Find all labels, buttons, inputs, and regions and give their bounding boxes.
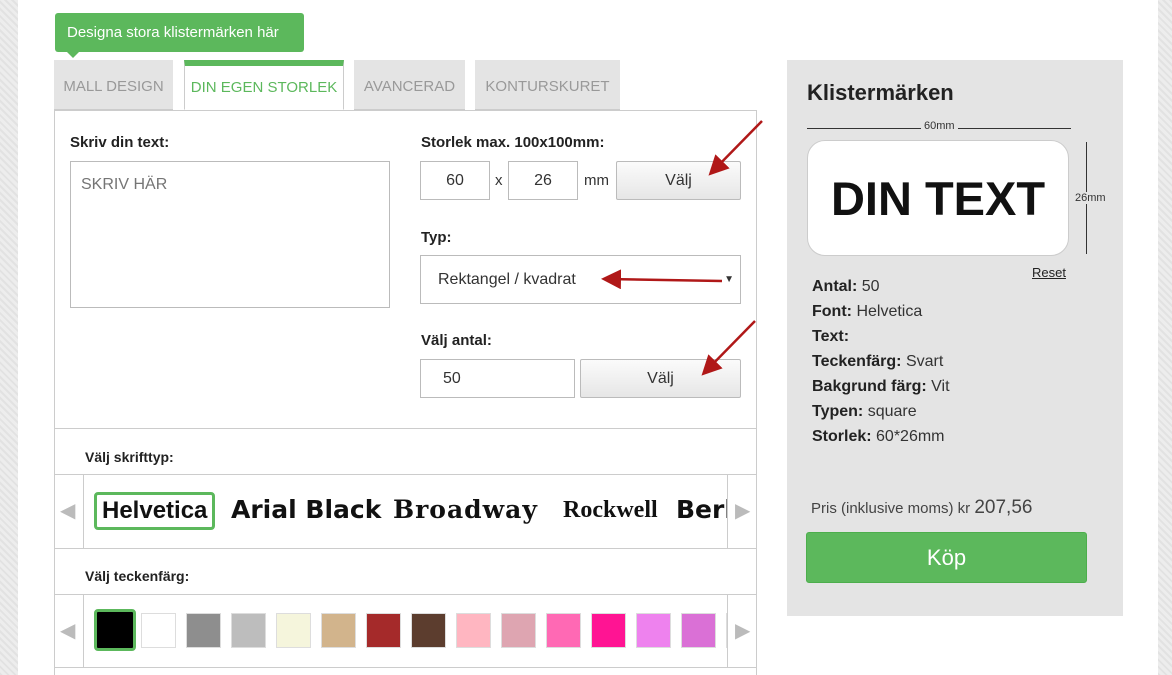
tab-din-egen-storlek[interactable]: DIN EGEN STORLEK bbox=[184, 60, 344, 110]
annotation-arrow bbox=[701, 320, 756, 376]
annotation-arrow bbox=[708, 120, 763, 176]
annotation-arrows bbox=[601, 120, 763, 376]
annotation-arrow bbox=[601, 269, 723, 290]
